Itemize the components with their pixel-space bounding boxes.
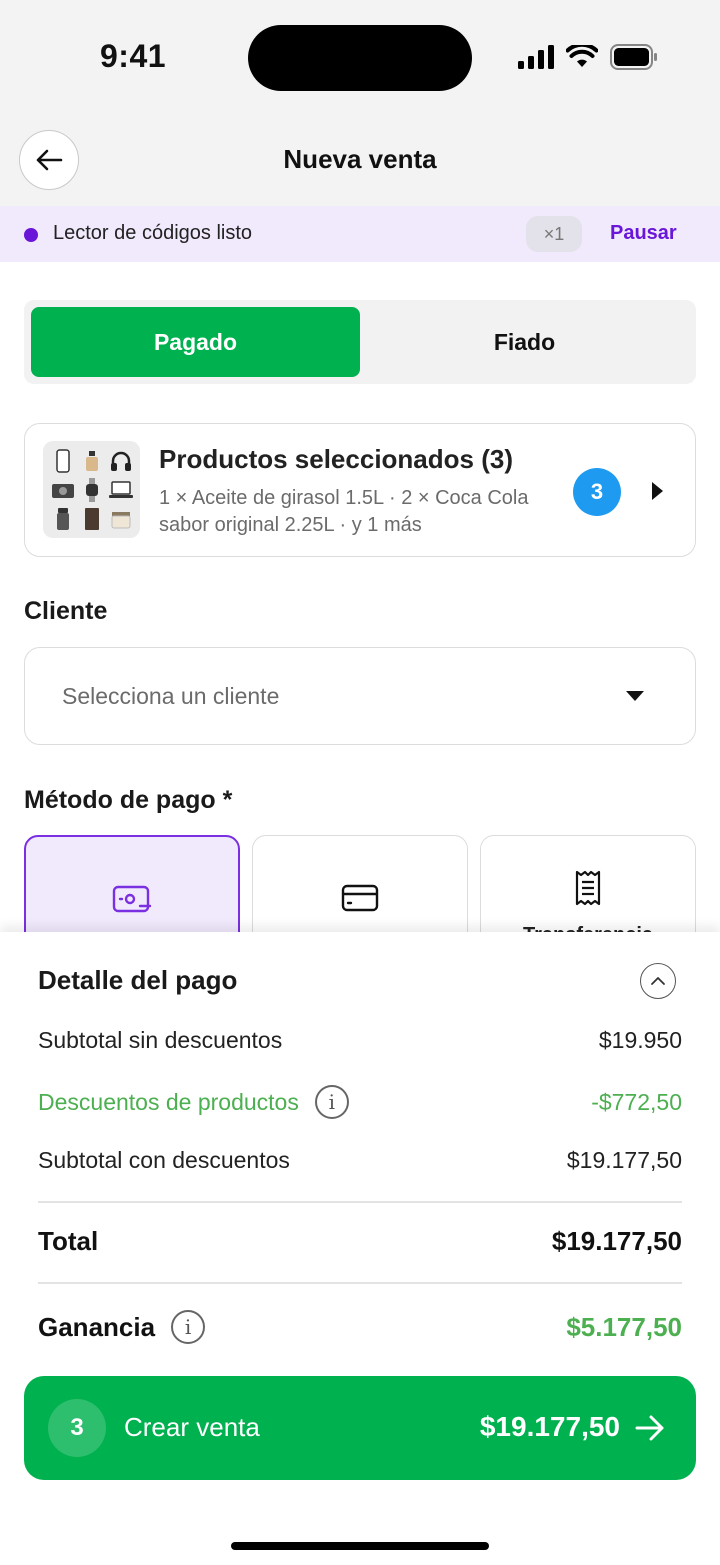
signal-icon [518, 45, 554, 69]
cta-items-count: 3 [48, 1399, 106, 1457]
laptop-icon [107, 476, 134, 503]
products-count-badge: 3 [573, 468, 621, 516]
client-section-label: Cliente [24, 597, 108, 625]
client-select-placeholder: Selecciona un cliente [62, 683, 280, 709]
wifi-icon [566, 45, 598, 67]
products-summary: 1 × Aceite de girasol 1.5L · 2 × Coca Co… [159, 487, 529, 536]
products-title: Productos seleccionados (3) [159, 444, 513, 474]
status-time: 9:41 [100, 38, 167, 74]
scanner-status-label: Lector de códigos listo [53, 222, 253, 244]
sale-type-toggle: Pagado Fiado [24, 300, 696, 384]
chevron-right-icon [652, 482, 663, 500]
subtotal-label: Subtotal sin descuentos [38, 1027, 283, 1053]
candle-jar-icon [107, 505, 134, 532]
discount-row: Descuentos de productos i -$772,50 [38, 1085, 682, 1119]
cta-amount: $19.177,50 [479, 1411, 620, 1442]
status-bar: 9:41 [0, 0, 720, 118]
chevron-up-icon [651, 977, 665, 985]
scanner-pause-button[interactable]: Pausar [610, 222, 677, 245]
client-select[interactable]: Selecciona un cliente [24, 647, 696, 745]
camera-icon [49, 476, 76, 503]
divider [38, 1282, 682, 1284]
receipt-icon [575, 870, 601, 906]
cash-icon [112, 885, 152, 913]
profit-row: Ganancia i $5.177,50 [38, 1310, 682, 1344]
info-icon[interactable]: i [171, 1310, 206, 1344]
scanner-status-dot [24, 228, 38, 242]
payment-detail-title: Detalle del pago [38, 965, 238, 995]
create-sale-button[interactable]: 3 Crear venta $19.177,50 [24, 1376, 696, 1480]
perfume-icon [78, 447, 105, 474]
subtotal-row: Subtotal sin descuentos $19.950 [38, 1027, 682, 1054]
thermos-icon [49, 505, 76, 532]
payment-method-label: Método de pago * [24, 786, 233, 814]
caret-down-icon [626, 691, 644, 701]
dynamic-island [248, 25, 472, 91]
collapse-button[interactable] [640, 963, 676, 999]
total-row: Total $19.177,50 [38, 1226, 682, 1257]
phone-icon [49, 447, 76, 474]
discount-label: Descuentos de productos [38, 1088, 299, 1115]
smartwatch-icon [78, 476, 105, 503]
divider [38, 1201, 682, 1203]
notebook-icon [78, 505, 105, 532]
profit-label: Ganancia [38, 1311, 156, 1342]
tab-credit[interactable]: Fiado [360, 307, 689, 377]
cta-label: Crear venta [124, 1412, 260, 1442]
profit-value: $5.177,50 [566, 1311, 682, 1342]
total-label: Total [38, 1226, 99, 1256]
products-thumbnail [43, 441, 140, 538]
info-icon[interactable]: i [314, 1085, 349, 1119]
app-header: Nueva venta [0, 118, 720, 206]
status-icons [518, 44, 658, 70]
battery-icon [610, 44, 657, 70]
scanner-multiplier-badge[interactable]: ×1 [526, 216, 582, 252]
barcode-scanner-banner: Lector de códigos listo ×1 Pausar [0, 206, 720, 262]
card-icon [341, 884, 379, 912]
subtotal-discounted-label: Subtotal con descuentos [38, 1147, 290, 1173]
headphones-icon [107, 447, 134, 474]
arrow-right-icon [635, 1415, 664, 1441]
subtotal-discounted-row: Subtotal con descuentos $19.177,50 [38, 1147, 682, 1174]
selected-products-card[interactable]: Productos seleccionados (3) 1 × Aceite d… [24, 423, 696, 557]
total-value: $19.177,50 [551, 1226, 682, 1256]
discount-value: -$772,50 [591, 1088, 682, 1115]
home-indicator[interactable] [231, 1542, 489, 1550]
subtotal-discounted-value: $19.177,50 [566, 1147, 682, 1173]
tab-paid[interactable]: Pagado [31, 307, 360, 377]
page-title: Nueva venta [283, 144, 437, 174]
subtotal-value: $19.950 [598, 1027, 682, 1053]
